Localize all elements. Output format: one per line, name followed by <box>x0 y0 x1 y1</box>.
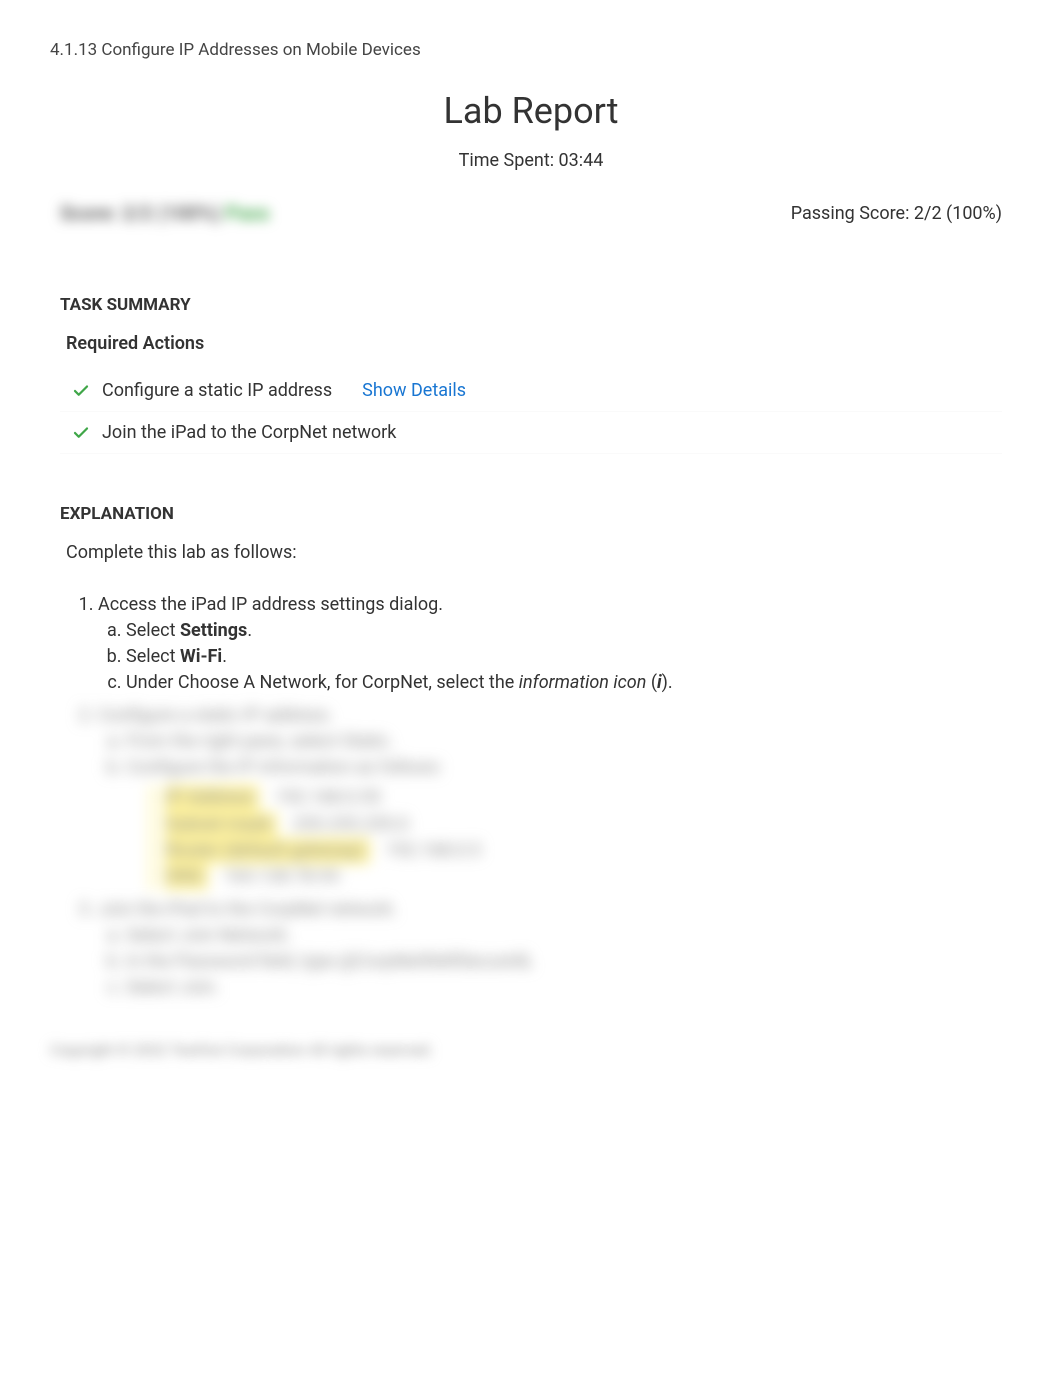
action-label: Configure a static IP address <box>102 380 332 401</box>
text: In the Password field, type @CorpNetWeRS… <box>126 951 534 972</box>
ip-val: 192.168.0.55 <box>275 785 380 811</box>
text: Select Join. <box>126 977 219 998</box>
ip-key: IP Address: <box>164 785 259 811</box>
step-2b: Configure the IP information as follows:… <box>126 755 1012 889</box>
step-3a: Select Join Network. <box>126 923 1012 949</box>
breadcrumb: 4.1.13 Configure IP Addresses on Mobile … <box>50 40 1012 60</box>
action-item: Configure a static IP address Show Detai… <box>60 370 1002 412</box>
ip-key: Subnet mask: <box>164 812 277 838</box>
required-actions-heading: Required Actions <box>66 333 1012 354</box>
task-summary-heading: TASK SUMMARY <box>60 295 1012 315</box>
check-icon <box>72 424 90 442</box>
text: Under Choose A Network, for CorpNet, sel… <box>126 672 519 693</box>
action-item: Join the iPad to the CorpNet network <box>60 412 1002 454</box>
step-3-title: Join the iPad to the CorpNet network. <box>98 899 397 920</box>
bold-text: Wi-Fi <box>180 646 222 667</box>
ip-val: 192.168.0.5 <box>386 838 481 864</box>
text: Configure the IP information as follows: <box>126 757 442 778</box>
action-label: Join the iPad to the CorpNet network <box>102 422 396 443</box>
page-title: Lab Report <box>50 90 1012 132</box>
score-blurred: Score: 2/2 (100%) Pass <box>60 201 270 225</box>
show-details-link[interactable]: Show Details <box>362 380 466 401</box>
explanation-intro: Complete this lab as follows: <box>66 542 1012 563</box>
time-spent: Time Spent: 03:44 <box>50 150 1012 171</box>
italic-text: information icon <box>519 672 647 693</box>
step-1-title: Access the iPad IP address settings dial… <box>98 594 443 615</box>
copyright-blurred: Copyright © 2022 TestOut Corporation All… <box>50 1041 1012 1059</box>
text: Select <box>126 646 180 667</box>
text: Select Join Network. <box>126 925 291 946</box>
explanation-heading: EXPLANATION <box>60 504 1012 524</box>
explanation-steps: Access the iPad IP address settings dial… <box>98 591 1012 1001</box>
step-3b: In the Password field, type @CorpNetWeRS… <box>126 949 1012 975</box>
step-1b: Select Wi-Fi. <box>126 644 1012 670</box>
step-3c: Select Join. <box>126 975 1012 1001</box>
text: ). <box>662 672 673 693</box>
step-3-blurred: Join the iPad to the CorpNet network. Se… <box>98 896 1012 1001</box>
ip-key: DNS: <box>164 864 208 890</box>
step-1c: Under Choose A Network, for CorpNet, sel… <box>126 670 1012 696</box>
action-list: Configure a static IP address Show Detai… <box>60 370 1002 454</box>
ip-val: 255.255.255.0 <box>293 812 408 838</box>
score-status: Pass <box>226 201 270 225</box>
ip-key: Router (default gateway): <box>164 838 370 864</box>
passing-score: Passing Score: 2/2 (100%) <box>791 203 1002 224</box>
text: From the right pane, select Static. <box>126 731 394 752</box>
score-label: Score: 2/2 (100%) <box>60 201 226 225</box>
check-icon <box>72 382 90 400</box>
step-2a: From the right pane, select Static. <box>126 729 1012 755</box>
ip-config-table: IP Address: 192.168.0.55 Subnet mask: 255.… <box>150 785 1012 889</box>
step-1a: Select Settings. <box>126 618 1012 644</box>
bold-text: Settings <box>180 620 247 641</box>
text: ( <box>646 672 657 693</box>
text: . <box>222 646 227 667</box>
step-2-title: Configure a static IP address. <box>98 705 333 726</box>
step-1: Access the iPad IP address settings dial… <box>98 591 1012 696</box>
step-2-blurred: Configure a static IP address. From the … <box>98 702 1012 890</box>
ip-val: 163.128.78.93 <box>224 864 339 890</box>
text: . <box>247 620 252 641</box>
score-row: Score: 2/2 (100%) Pass Passing Score: 2/… <box>50 201 1012 255</box>
text: Select <box>126 620 180 641</box>
